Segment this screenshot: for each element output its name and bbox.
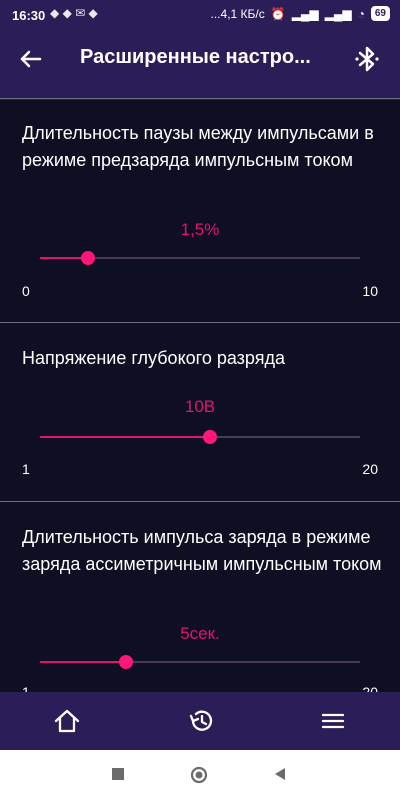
wifi-icon: ◔ [357,6,365,21]
system-navigation-bar [0,750,400,800]
app-bar: Расширенные настро... [0,30,400,90]
status-bar: 16:30 ◆ ◆ ✉ ◆ ...4,1 КБ/с ⏰ ▂▄▆ ▂▄▆ ◔ 69 [0,0,400,30]
signal-icon: ▂▄▆ [291,6,319,21]
page-title: Расширенные настро... [80,46,311,68]
slider-thumb[interactable] [119,655,134,669]
slider-fill [40,661,127,663]
bluetooth-icon[interactable] [352,44,382,74]
appbar-divider [0,98,400,99]
setting-title: Напряжение глубокого разряда [22,348,285,368]
range-max: 20 [362,684,378,692]
setting-deep-discharge-voltage: Напряжение глубокого разряда 10В 1 20 [0,323,400,501]
slider-thumb[interactable] [202,430,217,444]
setting-pause-duration: Длительность паузы между импульсами в ре… [0,100,400,322]
setting-title: Длительность паузы между импульсами в ре… [22,123,374,170]
slider-track[interactable] [40,430,360,444]
network-speed: ...4,1 КБ/с [210,6,265,21]
battery-icon: 69 [370,6,390,21]
settings-list[interactable]: Длительность паузы между импульсами в ре… [0,100,400,692]
range-max: 10 [362,283,378,299]
slider-track[interactable] [40,655,360,669]
home-icon[interactable] [52,706,82,736]
notification-icons: ◆ ◆ ✉ ◆ [50,6,98,20]
setting-title: Длительность импульса заряда в режиме за… [22,527,382,574]
bottom-navigation [0,692,400,750]
slider-fill [40,436,210,438]
arrow-left-icon[interactable] [16,44,46,74]
setting-value: 10В [184,397,216,416]
signal-icon-2: ▂▄▆ [324,6,352,21]
status-time: 16:30 [12,8,46,23]
range-min: 0 [22,283,30,299]
top-app-area: 16:30 ◆ ◆ ✉ ◆ ...4,1 КБ/с ⏰ ▂▄▆ ▂▄▆ ◔ 69… [0,0,400,100]
setting-value: 1,5% [180,220,220,239]
range-max: 20 [362,461,378,477]
alarm-icon: ⏰ [270,6,286,21]
status-indicators: ...4,1 КБ/с ⏰ ▂▄▆ ▂▄▆ ◔ 69 [211,6,390,21]
range-min: 1 [22,684,30,692]
range-min: 1 [22,461,30,477]
setting-value: 5сек. [180,624,220,643]
back-triangle-icon[interactable] [272,766,288,782]
slider-track[interactable] [40,251,360,265]
recents-icon[interactable] [110,766,126,782]
setting-pulse-duration: Длительность импульса заряда в режиме за… [0,502,400,692]
menu-icon[interactable] [318,706,348,736]
history-icon[interactable] [186,706,216,736]
slider-thumb[interactable] [81,251,95,265]
home-circle-icon[interactable] [190,766,208,784]
